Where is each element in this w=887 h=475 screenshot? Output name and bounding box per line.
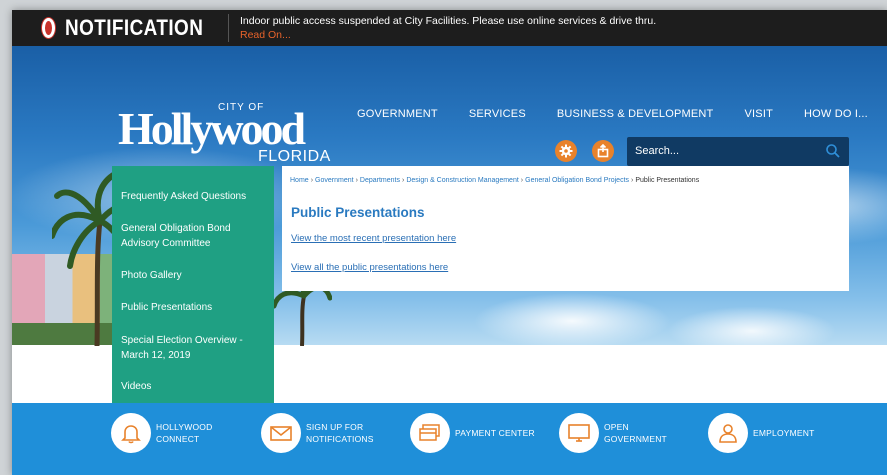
quick-link-employment[interactable]: EMPLOYMENT (708, 413, 833, 453)
breadcrumb-separator: › (310, 177, 314, 184)
quick-link-label: OPEN GOVERNMENT (604, 422, 667, 444)
quick-link-open-government[interactable]: OPEN GOVERNMENT (559, 413, 684, 453)
breadcrumb-design-construction[interactable]: Design & Construction Management (406, 177, 518, 184)
logo-state: FLORIDA (258, 148, 331, 165)
breadcrumb-go-bond-projects[interactable]: General Obligation Bond Projects (525, 177, 629, 184)
recent-presentation-link[interactable]: View the most recent presentation here (291, 233, 456, 244)
sidebar-item-public-presentations[interactable]: Public Presentations (121, 300, 269, 315)
gear-icon (559, 144, 573, 158)
share-button[interactable] (592, 140, 614, 162)
quick-links-bar: HOLLYWOOD CONNECT SIGN UP FOR NOTIFICATI… (12, 403, 887, 475)
monitor-icon (568, 424, 590, 442)
share-icon (597, 144, 609, 158)
breadcrumb-home[interactable]: Home (290, 177, 309, 184)
search-input[interactable] (635, 143, 815, 159)
sidebar-item-special-election[interactable]: Special Election Overview - March 12, 20… (121, 333, 269, 363)
notification-bar: NOTIFICATION Indoor public access suspen… (12, 10, 887, 46)
quick-link-label: PAYMENT CENTER (455, 428, 535, 438)
search-box (627, 137, 849, 166)
all-presentations-link[interactable]: View all the public presentations here (291, 262, 448, 273)
quick-link-icon-circle (559, 413, 599, 453)
quick-link-label: HOLLYWOOD CONNECT (156, 422, 213, 444)
sidebar-item-videos[interactable]: Videos (121, 379, 269, 394)
settings-button[interactable] (555, 140, 577, 162)
bell-icon (121, 425, 141, 444)
nav-business-development[interactable]: BUSINESS & DEVELOPMENT (557, 108, 714, 120)
breadcrumb-separator: › (520, 177, 524, 184)
nav-how-do-i[interactable]: HOW DO I... (804, 108, 868, 120)
quick-link-icon-circle (261, 413, 301, 453)
notification-divider (228, 14, 229, 42)
credit-card-icon (419, 424, 440, 441)
quick-link-icon-circle (111, 413, 151, 453)
sidebar-item-faq[interactable]: Frequently Asked Questions (121, 189, 269, 204)
breadcrumb: Home › Government › Departments › Design & Con… (290, 177, 699, 184)
breadcrumb-separator: › (631, 177, 634, 184)
quick-link-icon-circle (410, 413, 450, 453)
read-on-link[interactable]: Read On... (240, 29, 291, 41)
alert-dot-icon (42, 18, 56, 38)
main-nav: GOVERNMENT SERVICES BUSINESS & DEVELOPME… (357, 108, 887, 120)
page-title: Public Presentations (291, 205, 425, 220)
quick-link-icon-circle (708, 413, 748, 453)
nav-services[interactable]: SERVICES (469, 108, 526, 120)
browser-page: NOTIFICATION Indoor public access suspen… (12, 10, 887, 475)
quick-link-label: SIGN UP FOR NOTIFICATIONS (306, 422, 374, 444)
breadcrumb-departments[interactable]: Departments (360, 177, 400, 184)
sidebar-item-advisory-committee[interactable]: General Obligation Bond Advisory Committ… (121, 221, 269, 251)
breadcrumb-separator: › (355, 177, 358, 184)
breadcrumb-separator: › (401, 177, 405, 184)
notification-badge: NOTIFICATION (12, 10, 226, 46)
person-icon (719, 424, 737, 443)
nav-visit[interactable]: VISIT (744, 108, 773, 120)
notification-message: Indoor public access suspended at City F… (240, 15, 657, 27)
city-logo[interactable]: CITY OF Hollywood FLORIDA (118, 102, 338, 174)
quick-link-label: EMPLOYMENT (753, 428, 815, 438)
quick-link-payment-center[interactable]: PAYMENT CENTER (410, 413, 535, 453)
envelope-icon (270, 426, 292, 441)
nav-government[interactable]: GOVERNMENT (357, 108, 438, 120)
sidebar-item-photo-gallery[interactable]: Photo Gallery (121, 268, 269, 283)
breadcrumb-current: Public Presentations (635, 177, 700, 184)
content-card: Home › Government › Departments › Design & Con… (282, 166, 849, 291)
quick-link-hollywood-connect[interactable]: HOLLYWOOD CONNECT (111, 413, 236, 453)
breadcrumb-government[interactable]: Government (315, 177, 354, 184)
notification-title: NOTIFICATION (65, 15, 204, 40)
section-sidebar: Frequently Asked Questions General Oblig… (112, 166, 274, 406)
quick-link-notifications[interactable]: SIGN UP FOR NOTIFICATIONS (261, 413, 386, 453)
search-icon[interactable] (825, 143, 841, 159)
